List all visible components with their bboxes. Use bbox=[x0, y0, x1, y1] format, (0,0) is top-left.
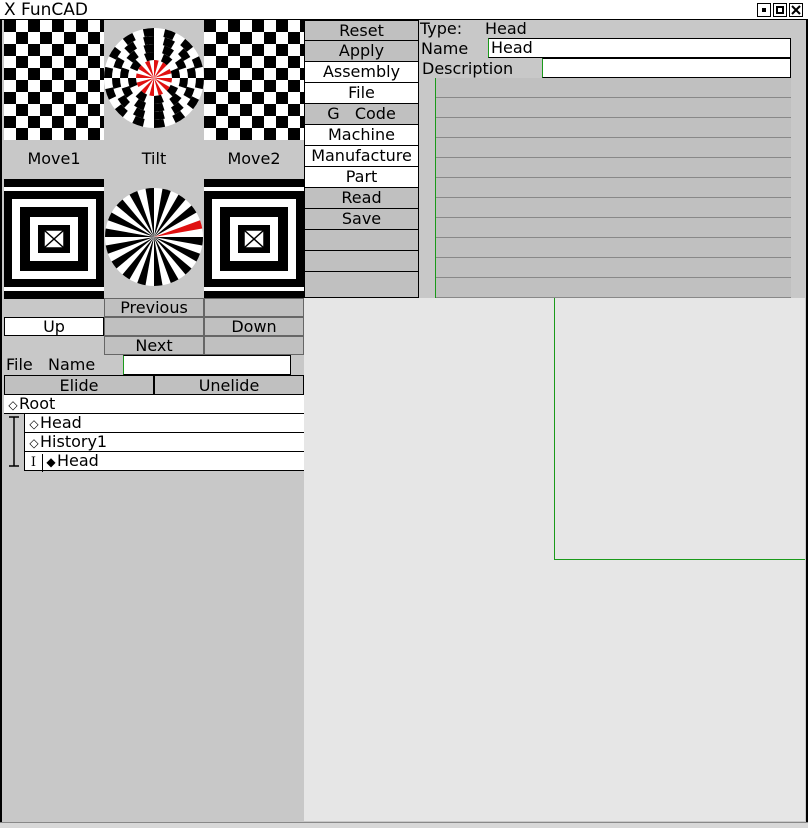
tree-child-row[interactable]: I ◆Head bbox=[24, 451, 304, 472]
command-manufacture[interactable]: Manufacture bbox=[304, 146, 419, 167]
description-label: Description bbox=[422, 59, 514, 78]
description-line bbox=[436, 138, 791, 158]
nav-blank-top bbox=[204, 298, 304, 317]
x-logo-icon: X bbox=[4, 0, 16, 20]
diamond-outline-icon: ◇ bbox=[29, 417, 39, 431]
tree-branch-icon bbox=[9, 416, 19, 467]
tree-root-label: Root bbox=[19, 394, 56, 413]
down-button[interactable]: Down bbox=[204, 317, 304, 336]
move2-icon[interactable] bbox=[204, 20, 304, 140]
command-apply[interactable]: Apply bbox=[304, 41, 419, 62]
type-label: Type: bbox=[420, 19, 463, 38]
command-empty bbox=[304, 230, 419, 251]
description-line bbox=[436, 198, 791, 218]
tree-head-label: Head bbox=[40, 413, 82, 432]
file-name-field[interactable] bbox=[123, 355, 291, 375]
window-title: FunCAD bbox=[21, 0, 88, 20]
command-empty bbox=[304, 272, 419, 298]
unelide-button[interactable]: Unelide bbox=[154, 375, 304, 395]
tree-history-row[interactable]: ◇History1 bbox=[24, 433, 304, 452]
description-line bbox=[436, 158, 791, 178]
command-read[interactable]: Read bbox=[304, 188, 419, 209]
command-file[interactable]: File bbox=[304, 83, 419, 104]
tree-child-label: Head bbox=[57, 451, 99, 470]
tree-bar-glyph: I bbox=[25, 454, 43, 472]
description-line bbox=[436, 278, 791, 298]
tree-head-row[interactable]: ◇Head bbox=[24, 414, 304, 433]
description-field[interactable] bbox=[542, 58, 791, 78]
move2-label: Move2 bbox=[227, 149, 281, 168]
rotate-icon[interactable] bbox=[104, 179, 204, 299]
up-button[interactable]: Up bbox=[4, 317, 104, 336]
name-label: Name bbox=[421, 39, 469, 58]
tree-root-row[interactable]: ◇Root bbox=[4, 395, 304, 414]
command-machine[interactable]: Machine bbox=[304, 125, 419, 146]
command-empty bbox=[304, 251, 419, 272]
next-button[interactable]: Next bbox=[104, 336, 204, 355]
description-line bbox=[436, 78, 791, 98]
bottom-edge bbox=[0, 822, 808, 828]
tilt-icon[interactable] bbox=[104, 20, 204, 140]
tree-history-label: History1 bbox=[40, 432, 108, 451]
previous-button[interactable]: Previous bbox=[104, 298, 204, 317]
name-field[interactable]: Head bbox=[488, 38, 791, 58]
file-name-label: File Name bbox=[6, 355, 96, 374]
frame-right-icon[interactable] bbox=[204, 179, 304, 299]
command-save[interactable]: Save bbox=[304, 209, 419, 230]
description-line bbox=[436, 218, 791, 238]
description-line bbox=[436, 98, 791, 118]
viewport-outline bbox=[554, 298, 805, 560]
move1-icon[interactable] bbox=[4, 20, 104, 140]
tree-indent bbox=[4, 414, 24, 471]
description-line bbox=[436, 118, 791, 138]
description-line bbox=[436, 238, 791, 258]
command-g-code[interactable]: G Code bbox=[304, 104, 419, 125]
nav-blank-middle bbox=[104, 317, 204, 336]
close-icon[interactable] bbox=[789, 3, 803, 17]
description-line bbox=[436, 178, 791, 198]
nav-blank-bottom bbox=[204, 336, 304, 355]
diamond-filled-icon: ◆ bbox=[46, 455, 56, 469]
tilt-label: Tilt bbox=[141, 149, 167, 168]
command-assembly[interactable]: Assembly bbox=[304, 62, 419, 83]
diamond-outline-icon: ◇ bbox=[29, 436, 39, 450]
type-value: Head bbox=[485, 19, 527, 38]
description-line bbox=[436, 258, 791, 278]
move1-label: Move1 bbox=[27, 149, 81, 168]
command-part[interactable]: Part bbox=[304, 167, 419, 188]
minimize-icon[interactable] bbox=[757, 3, 771, 17]
maximize-icon[interactable] bbox=[773, 3, 787, 17]
title-bar bbox=[0, 0, 808, 20]
command-reset[interactable]: Reset bbox=[304, 20, 419, 41]
frame-left-icon[interactable] bbox=[4, 179, 104, 299]
elide-button[interactable]: Elide bbox=[4, 375, 154, 395]
diamond-outline-icon: ◇ bbox=[8, 398, 18, 412]
